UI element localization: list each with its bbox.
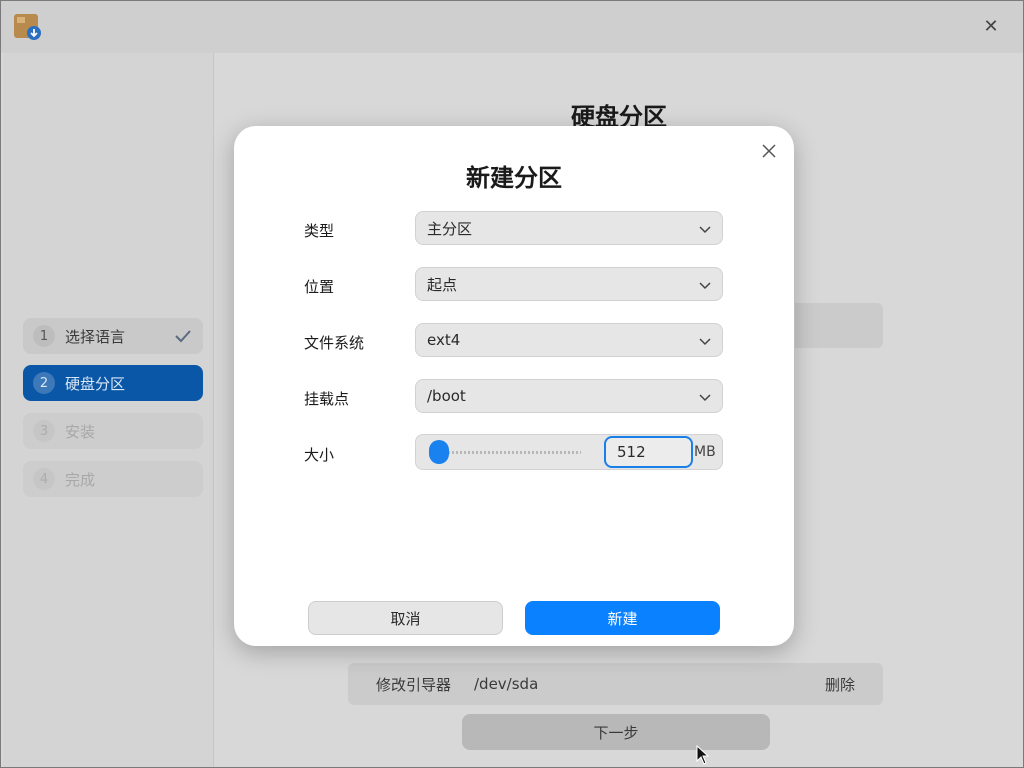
dialog-title: 新建分区: [466, 164, 562, 192]
location-label: 位置: [304, 278, 335, 296]
size-slider-handle[interactable]: [429, 440, 449, 464]
type-value: 主分区: [427, 219, 473, 238]
step-label: 硬盘分区: [65, 374, 126, 393]
step-label: 安装: [65, 422, 96, 441]
size-control: MB: [415, 434, 723, 470]
bootloader-device[interactable]: /dev/sda: [474, 675, 825, 693]
chevron-down-icon: [699, 282, 711, 290]
window-close-icon[interactable]: ✕: [981, 17, 1001, 37]
step-sidebar: 1 选择语言 2 硬盘分区 3 安装 4 完成: [3, 53, 214, 767]
installer-app-icon: [14, 14, 41, 40]
sidebar-step-partition[interactable]: 2 硬盘分区: [23, 365, 203, 401]
new-partition-dialog: 新建分区 类型 主分区 位置 起点 文件系统 ext4 挂载点 /boot 大小…: [234, 126, 794, 646]
step-label: 完成: [65, 470, 96, 489]
type-select[interactable]: 主分区: [415, 211, 723, 245]
bootloader-label: 修改引导器: [376, 675, 452, 694]
size-input[interactable]: [604, 436, 693, 468]
chevron-down-icon: [699, 394, 711, 402]
size-slider-track[interactable]: [436, 451, 581, 454]
step-number: 4: [33, 468, 55, 490]
step-number: 3: [33, 420, 55, 442]
titlebar: ✕: [1, 1, 1023, 53]
sidebar-step-language[interactable]: 1 选择语言: [23, 318, 203, 354]
checkmark-icon: [175, 330, 191, 343]
size-label: 大小: [304, 446, 335, 464]
cancel-button[interactable]: 取消: [308, 601, 503, 635]
filesystem-select[interactable]: ext4: [415, 323, 723, 357]
chevron-down-icon: [699, 338, 711, 346]
delete-button[interactable]: 删除: [825, 674, 855, 695]
mouse-cursor-icon: [696, 745, 710, 765]
disk-row[interactable]: [795, 303, 883, 348]
location-select[interactable]: 起点: [415, 267, 723, 301]
type-label: 类型: [304, 222, 335, 240]
sidebar-step-install: 3 安装: [23, 413, 203, 449]
mountpoint-select[interactable]: /boot: [415, 379, 723, 413]
chevron-down-icon: [699, 226, 711, 234]
step-number: 2: [33, 372, 55, 394]
step-number: 1: [33, 325, 55, 347]
create-button[interactable]: 新建: [525, 601, 720, 635]
bootloader-row: 修改引导器 /dev/sda 删除: [348, 663, 883, 705]
mountpoint-label: 挂载点: [304, 390, 350, 408]
next-button[interactable]: 下一步: [462, 714, 770, 750]
size-unit: MB: [694, 444, 716, 460]
location-value: 起点: [427, 275, 458, 294]
sidebar-step-finish: 4 完成: [23, 461, 203, 497]
step-label: 选择语言: [65, 327, 126, 346]
filesystem-label: 文件系统: [304, 334, 365, 352]
mountpoint-value: /boot: [427, 387, 466, 405]
filesystem-value: ext4: [427, 331, 461, 349]
